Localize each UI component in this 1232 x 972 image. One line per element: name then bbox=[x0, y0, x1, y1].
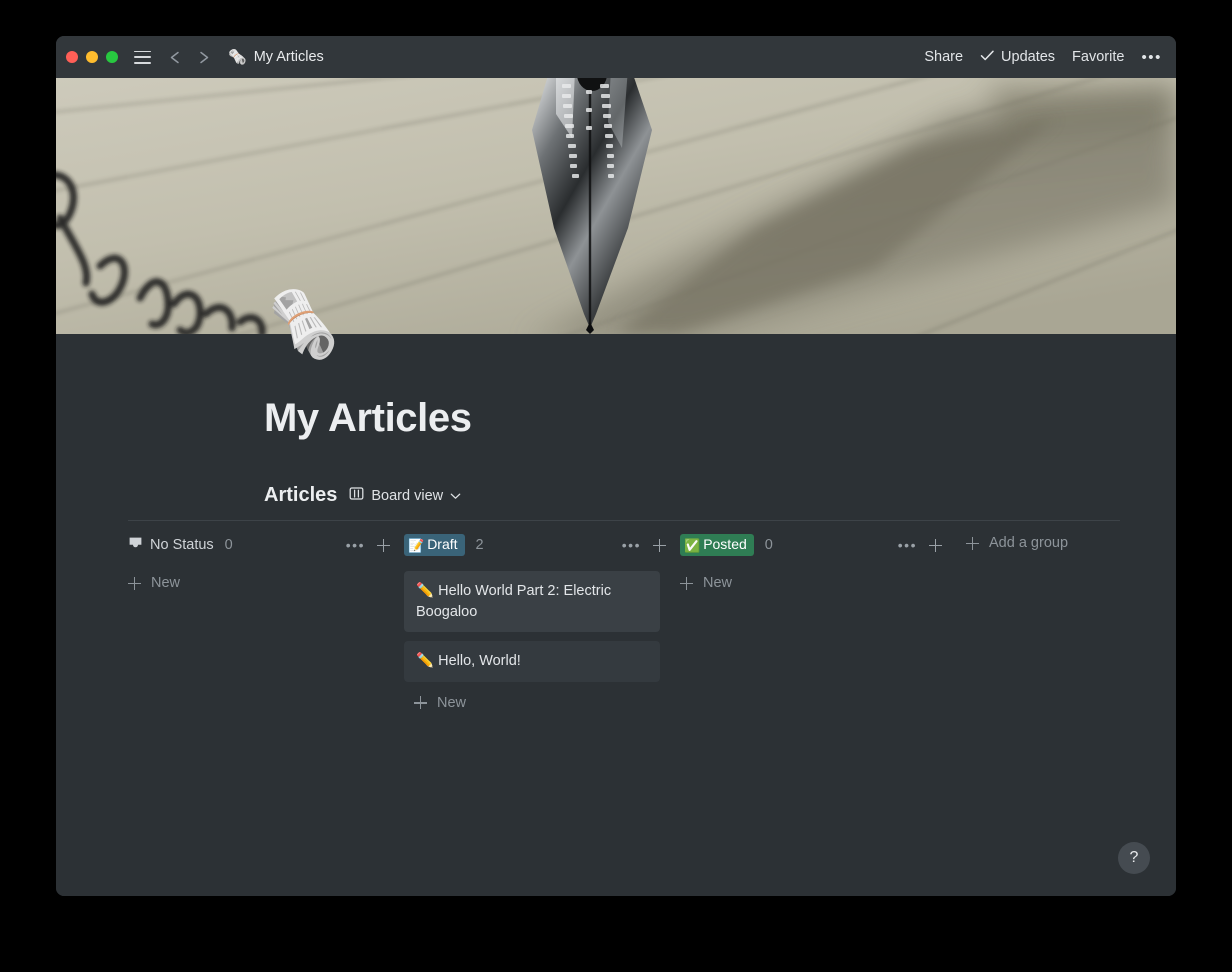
column-title[interactable]: ✅ Posted bbox=[680, 534, 754, 556]
page-body: 🗞️ My Articles Articles Board view No St… bbox=[56, 283, 1176, 896]
column-more-button[interactable]: ••• bbox=[898, 537, 917, 553]
board-column-posted: ✅ Posted 0 ••• New bbox=[680, 532, 956, 595]
column-label: Posted bbox=[703, 536, 747, 553]
maximize-window-button[interactable] bbox=[106, 51, 118, 63]
card-title: Hello, World! bbox=[438, 653, 521, 670]
titlebar-page-icon: 🗞️ bbox=[228, 48, 247, 66]
page-icon[interactable]: 🗞️ bbox=[259, 283, 349, 367]
status-badge-draft: 📝 Draft bbox=[404, 534, 465, 556]
column-more-button[interactable]: ••• bbox=[622, 537, 641, 553]
new-card-label: New bbox=[437, 694, 467, 711]
updates-button[interactable]: Updates bbox=[980, 49, 1055, 66]
new-card-button[interactable]: New bbox=[680, 571, 956, 595]
column-actions: ••• bbox=[622, 537, 666, 553]
add-group-button[interactable]: Add a group bbox=[966, 535, 1068, 551]
database-title[interactable]: Articles bbox=[264, 484, 337, 507]
help-button[interactable]: ? bbox=[1118, 842, 1150, 874]
board-column-no-status: No Status 0 ••• New bbox=[128, 532, 404, 595]
column-add-card-icon[interactable] bbox=[377, 538, 390, 552]
share-label: Share bbox=[924, 49, 964, 65]
inbox-icon bbox=[128, 536, 143, 554]
column-actions: ••• bbox=[346, 537, 390, 553]
titlebar: 🗞️ My Articles Share Updates Favorite ••… bbox=[56, 36, 1176, 78]
new-card-button[interactable]: New bbox=[128, 571, 404, 595]
new-card-label: New bbox=[703, 575, 733, 591]
pencil-emoji-icon: ✏️ bbox=[416, 583, 435, 599]
column-label: Draft bbox=[427, 536, 458, 553]
favorite-button[interactable]: Favorite bbox=[1072, 49, 1124, 65]
hamburger-icon[interactable] bbox=[134, 50, 151, 64]
column-actions: ••• bbox=[898, 537, 942, 553]
status-badge-posted: ✅ Posted bbox=[680, 534, 754, 556]
page-cover-image[interactable] bbox=[56, 78, 1176, 334]
check-mark-emoji-icon: ✅ bbox=[684, 537, 701, 553]
add-group-label: Add a group bbox=[989, 535, 1069, 551]
pencil-emoji-icon: ✏️ bbox=[416, 653, 435, 670]
column-header: No Status 0 ••• bbox=[128, 532, 404, 558]
column-count: 0 bbox=[764, 537, 773, 553]
column-add-card-icon[interactable] bbox=[929, 538, 942, 552]
board-card[interactable]: ✏️ Hello World Part 2: Electric Boogaloo bbox=[404, 571, 660, 633]
plus-icon bbox=[680, 576, 693, 590]
header-divider bbox=[128, 520, 1120, 521]
share-button[interactable]: Share bbox=[924, 49, 963, 65]
card-title: Hello World Part 2: Electric Boogaloo bbox=[416, 583, 612, 620]
arrow-right-icon[interactable] bbox=[195, 50, 212, 65]
plus-icon bbox=[966, 536, 979, 550]
cover-artwork bbox=[56, 78, 1176, 334]
titlebar-actions: Share Updates Favorite ••• bbox=[924, 49, 1162, 66]
minimize-window-button[interactable] bbox=[86, 51, 98, 63]
view-label: Board view bbox=[371, 487, 444, 504]
updates-label: Updates bbox=[1001, 49, 1056, 65]
close-window-button[interactable] bbox=[66, 51, 78, 63]
board-card[interactable]: ✏️ Hello, World! bbox=[404, 641, 660, 682]
page-title[interactable]: My Articles bbox=[264, 396, 472, 441]
memo-emoji-icon: 📝 bbox=[408, 537, 425, 553]
column-add-card-icon[interactable] bbox=[653, 538, 666, 552]
more-options-button[interactable]: ••• bbox=[1141, 49, 1162, 66]
favorite-label: Favorite bbox=[1072, 49, 1125, 65]
titlebar-title: My Articles bbox=[253, 49, 324, 65]
board-view: No Status 0 ••• New 📝 Draft 2 ••• ✏️ Hel… bbox=[128, 532, 1128, 715]
column-header: 📝 Draft 2 ••• bbox=[404, 532, 680, 558]
new-card-button[interactable]: New bbox=[404, 691, 680, 715]
window-controls bbox=[66, 51, 118, 63]
board-column-draft: 📝 Draft 2 ••• ✏️ Hello World Part 2: Ele… bbox=[404, 532, 680, 715]
column-count: 2 bbox=[475, 537, 484, 553]
column-more-button[interactable]: ••• bbox=[346, 537, 365, 553]
new-card-label: New bbox=[151, 575, 181, 591]
app-window: 🗞️ My Articles Share Updates Favorite ••… bbox=[56, 36, 1176, 896]
arrow-left-icon[interactable] bbox=[167, 50, 184, 65]
board-view-icon bbox=[349, 486, 364, 505]
plus-icon bbox=[128, 576, 141, 590]
tab-board-view[interactable]: Board view bbox=[349, 486, 461, 505]
card-list: ✏️ Hello World Part 2: Electric Boogaloo… bbox=[404, 571, 680, 682]
chevron-down-icon bbox=[450, 488, 461, 504]
column-title[interactable]: 📝 Draft bbox=[404, 534, 465, 556]
plus-icon bbox=[414, 696, 427, 710]
column-label: No Status bbox=[150, 537, 214, 553]
column-title[interactable]: No Status bbox=[128, 536, 214, 554]
column-count: 0 bbox=[224, 537, 233, 553]
navigation-arrows bbox=[167, 50, 212, 65]
check-icon bbox=[980, 49, 995, 66]
column-header: ✅ Posted 0 ••• bbox=[680, 532, 956, 558]
database-header: Articles Board view bbox=[264, 484, 461, 507]
